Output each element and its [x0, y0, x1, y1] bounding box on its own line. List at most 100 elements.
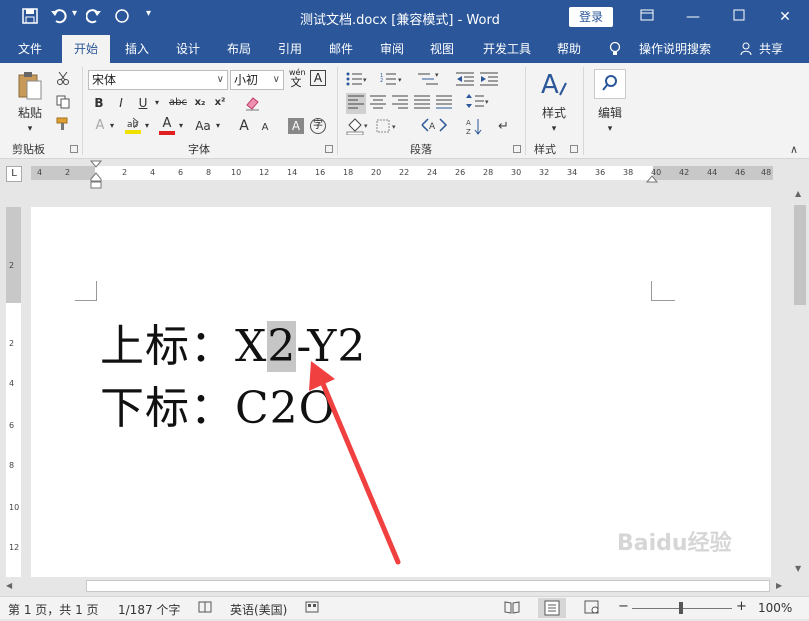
tell-me-search[interactable]: 操作说明搜索 [632, 35, 718, 63]
font-color-dropdown-icon[interactable]: ▾ [177, 116, 185, 136]
word-count[interactable]: 1/187 个字 [118, 601, 180, 618]
shading-icon[interactable]: ▾ [346, 117, 370, 138]
text-effects-dropdown-icon[interactable]: ▾ [108, 116, 116, 136]
copy-icon[interactable] [56, 95, 70, 112]
vertical-ruler[interactable]: 2 2 4 6 8 10 12 [6, 207, 21, 577]
scroll-left-icon[interactable]: ◀ [6, 581, 12, 590]
maximize-icon[interactable] [724, 4, 754, 30]
bullets-icon[interactable]: ▾ [346, 72, 368, 89]
text-effects-icon[interactable]: A [92, 116, 108, 136]
sort-icon[interactable]: AZ [466, 117, 484, 138]
print-layout-icon[interactable] [538, 598, 566, 618]
tab-references[interactable]: 引用 [267, 35, 313, 63]
strikethrough-button[interactable]: abc [167, 93, 189, 113]
enclose-characters-icon[interactable]: 字 [310, 118, 326, 134]
font-launcher-icon[interactable] [325, 145, 333, 153]
login-button[interactable]: 登录 [569, 7, 613, 27]
character-border-icon[interactable]: A [310, 70, 326, 86]
phonetic-guide-button[interactable]: wén 文 [289, 68, 306, 89]
change-case-button[interactable]: Aa [192, 116, 214, 136]
styles-launcher-icon[interactable] [570, 145, 578, 153]
subscript-button[interactable]: x₂ [192, 93, 208, 113]
scroll-thumb[interactable] [794, 205, 806, 305]
tab-home[interactable]: 开始 [62, 35, 110, 63]
multilevel-list-icon[interactable]: ▾ [416, 71, 442, 89]
align-left-icon[interactable] [346, 93, 366, 114]
italic-button[interactable]: I [114, 93, 128, 113]
superscript-button[interactable]: x² [212, 93, 228, 113]
horizontal-ruler[interactable]: 4 2 2 4 6 8 10 12 14 16 18 20 22 24 26 2… [31, 166, 773, 180]
show-marks-icon[interactable]: ↵ [498, 119, 509, 134]
proofing-icon[interactable] [198, 600, 212, 617]
zoom-in-icon[interactable]: + [736, 599, 747, 614]
hscroll-thumb[interactable] [86, 580, 770, 592]
close-icon[interactable]: ✕ [770, 4, 800, 30]
increase-indent-icon[interactable] [480, 72, 498, 89]
selected-text[interactable]: 2 [267, 321, 297, 372]
font-name-select[interactable]: 宋体 ∨ [88, 70, 228, 90]
minimize-icon[interactable]: — [678, 4, 708, 30]
justify-icon[interactable] [414, 95, 430, 112]
redo-icon[interactable] [85, 8, 102, 28]
undo-dropdown-icon[interactable]: ▾ [72, 8, 77, 19]
zoom-slider-thumb[interactable] [679, 602, 683, 614]
editing-dropdown-icon[interactable]: ▾ [602, 119, 618, 139]
highlight-dropdown-icon[interactable]: ▾ [143, 116, 151, 136]
clear-formatting-icon[interactable] [244, 95, 262, 114]
web-layout-icon[interactable] [584, 600, 600, 617]
tab-design[interactable]: 设计 [165, 35, 211, 63]
scroll-down-icon[interactable]: ▼ [795, 564, 801, 573]
font-color-icon[interactable]: A [158, 116, 176, 136]
share-user-icon[interactable] [740, 42, 754, 59]
align-center-icon[interactable] [370, 95, 386, 112]
tab-review[interactable]: 审阅 [369, 35, 415, 63]
highlight-color-icon[interactable]: ab [124, 116, 142, 136]
paragraph-launcher-icon[interactable] [513, 145, 521, 153]
grow-font-button[interactable]: A [236, 116, 252, 136]
share-button[interactable]: 共享 [754, 35, 788, 63]
styles-icon[interactable]: A [538, 69, 568, 104]
tab-mailings[interactable]: 邮件 [318, 35, 364, 63]
scroll-up-icon[interactable]: ▲ [795, 189, 801, 198]
document-page[interactable]: 上标：X2-Y2 下标：C2O Baidu经验 [31, 207, 771, 579]
underline-button[interactable]: U [136, 93, 150, 113]
borders-icon[interactable]: ▾ [376, 119, 400, 136]
tab-help[interactable]: 帮助 [546, 35, 592, 63]
undo-icon[interactable] [50, 8, 68, 28]
save-icon[interactable] [22, 8, 38, 28]
clipboard-launcher-icon[interactable] [70, 145, 78, 153]
ribbon-display-icon[interactable] [632, 4, 662, 30]
cut-icon[interactable] [56, 71, 70, 88]
read-mode-icon[interactable] [504, 600, 520, 617]
format-painter-icon[interactable] [56, 117, 70, 134]
horizontal-scrollbar[interactable]: ◀ ▶ [0, 577, 791, 595]
chinese-layout-icon[interactable]: A [420, 117, 448, 136]
underline-dropdown-icon[interactable]: ▾ [152, 93, 162, 113]
circle-icon[interactable] [114, 8, 130, 28]
right-indent-marker[interactable] [645, 173, 659, 187]
decrease-indent-icon[interactable] [456, 72, 474, 89]
search-icon[interactable] [594, 69, 626, 99]
tab-layout[interactable]: 布局 [216, 35, 262, 63]
tab-file[interactable]: 文件 [6, 35, 54, 63]
first-line-indent-marker[interactable] [89, 160, 103, 193]
zoom-level[interactable]: 100% [758, 601, 792, 615]
page-count[interactable]: 第 1 页，共 1 页 [8, 601, 99, 618]
scroll-right-icon[interactable]: ▶ [776, 581, 782, 590]
macro-record-icon[interactable] [305, 600, 319, 617]
bold-button[interactable]: B [91, 93, 107, 113]
shrink-font-button[interactable]: A [258, 118, 272, 138]
collapse-ribbon-icon[interactable]: ∧ [790, 143, 798, 156]
zoom-out-icon[interactable]: − [618, 599, 629, 614]
character-shading-icon[interactable]: A [288, 118, 304, 134]
customize-icon[interactable]: ▾ [146, 8, 151, 19]
styles-dropdown-icon[interactable]: ▾ [546, 119, 562, 139]
tab-developer[interactable]: 开发工具 [476, 35, 538, 63]
vertical-scrollbar[interactable]: ▲ ▼ [791, 187, 809, 577]
tab-view[interactable]: 视图 [419, 35, 465, 63]
paste-dropdown-icon[interactable]: ▾ [22, 119, 38, 139]
align-right-icon[interactable] [392, 95, 408, 112]
tab-insert[interactable]: 插入 [114, 35, 160, 63]
paste-icon[interactable] [16, 71, 44, 104]
font-size-select[interactable]: 小初 ∨ [230, 70, 284, 90]
